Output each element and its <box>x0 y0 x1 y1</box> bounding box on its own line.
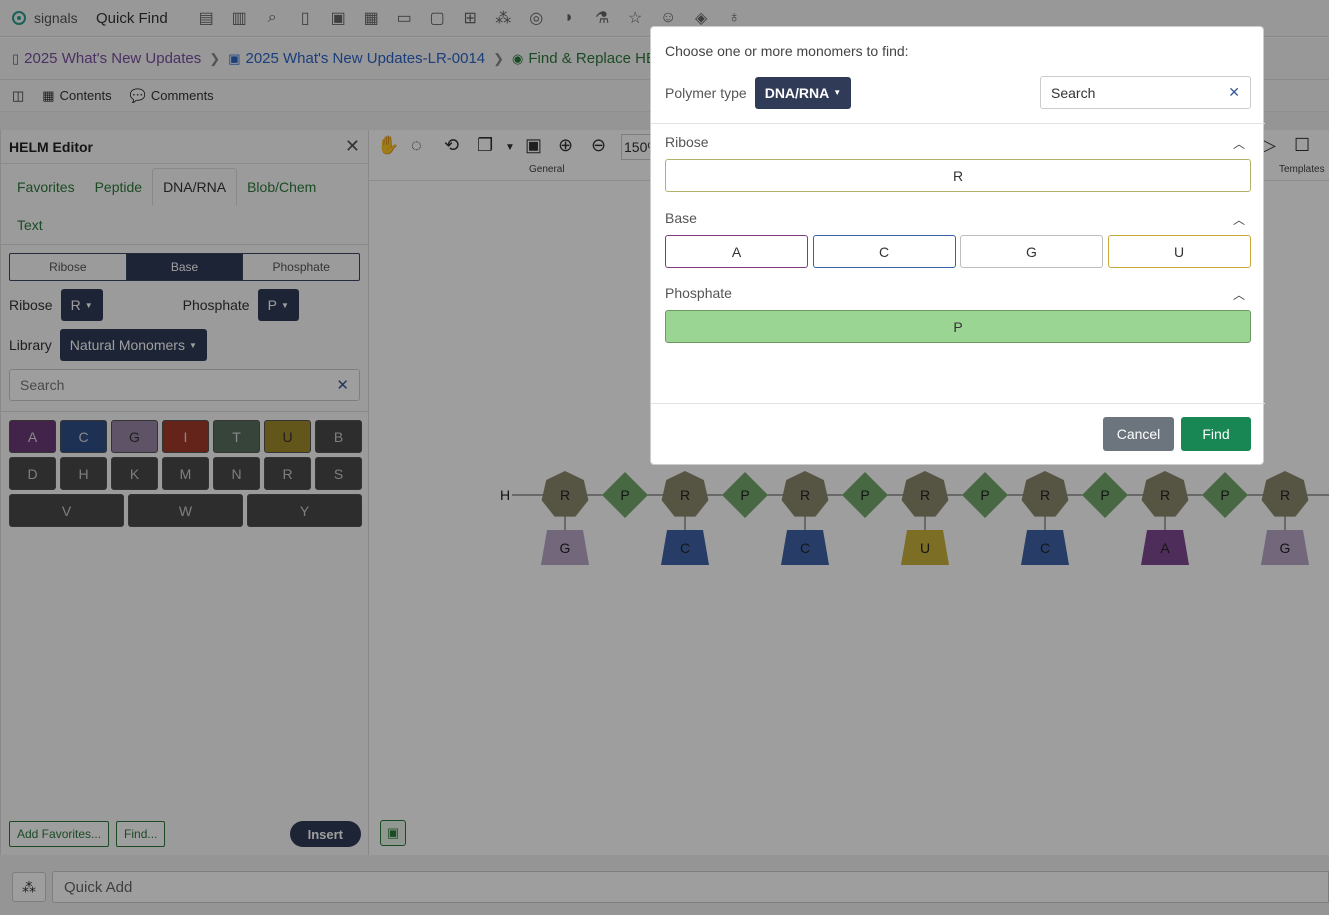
phosphate-section-title: Phosphate <box>665 285 732 301</box>
monomer-option-base-c[interactable]: C <box>812 235 956 268</box>
polymer-type-dropdown[interactable]: DNA/RNA ▼ <box>754 76 852 109</box>
dialog-heading: Choose one or more monomers to find: <box>665 43 909 59</box>
polymer-type-label: Polymer type <box>665 84 747 101</box>
dialog-search-input[interactable]: Search ✕ <box>1040 76 1251 109</box>
cancel-button[interactable]: Cancel <box>1103 417 1174 451</box>
dialog-top-row: Polymer type DNA/RNA ▼ Search ✕ <box>665 76 1251 109</box>
monomer-option-base-g[interactable]: G <box>960 235 1103 268</box>
chevron-up-icon[interactable]: ︿ <box>1233 211 1245 228</box>
chevron-up-icon[interactable]: ︿ <box>1233 286 1245 303</box>
clear-icon[interactable]: ✕ <box>1228 84 1240 101</box>
find-button[interactable]: Find <box>1181 417 1251 451</box>
search-placeholder: Search <box>1051 84 1096 101</box>
monomer-option-ribose-r[interactable]: R <box>665 159 1251 192</box>
caret-down-icon: ▼ <box>833 88 842 97</box>
find-monomers-dialog: Choose one or more monomers to find: Pol… <box>650 26 1265 465</box>
monomer-option-base-a[interactable]: A <box>665 235 808 268</box>
polymer-type-value: DNA/RNA <box>764 84 830 101</box>
divider <box>651 123 1265 124</box>
monomer-option-base-u[interactable]: U <box>1107 235 1251 268</box>
chevron-up-icon[interactable]: ︿ <box>1233 135 1245 152</box>
monomer-option-phosphate-p[interactable]: P <box>665 310 1251 343</box>
base-section-title: Base <box>665 210 697 226</box>
divider <box>651 403 1265 404</box>
ribose-section-title: Ribose <box>665 134 709 150</box>
